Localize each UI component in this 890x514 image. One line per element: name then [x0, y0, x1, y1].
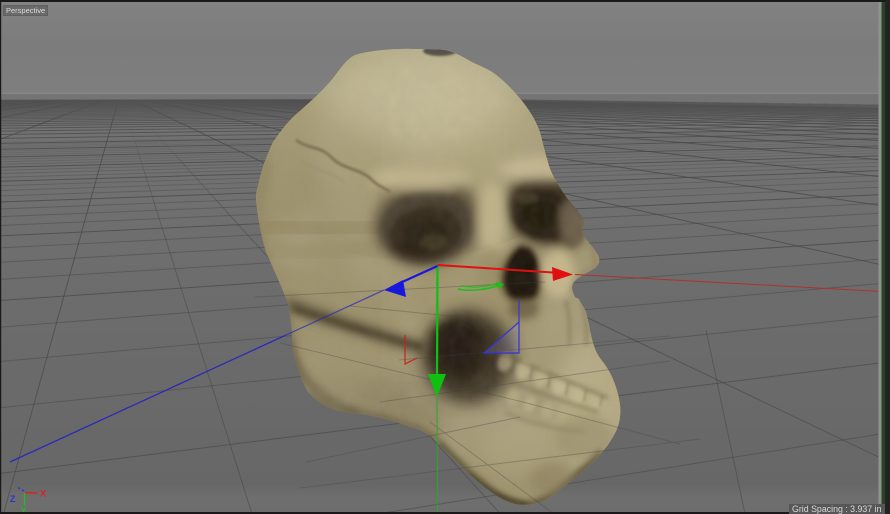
svg-text:X: X	[40, 489, 46, 499]
svg-text:Z: Z	[10, 494, 16, 504]
